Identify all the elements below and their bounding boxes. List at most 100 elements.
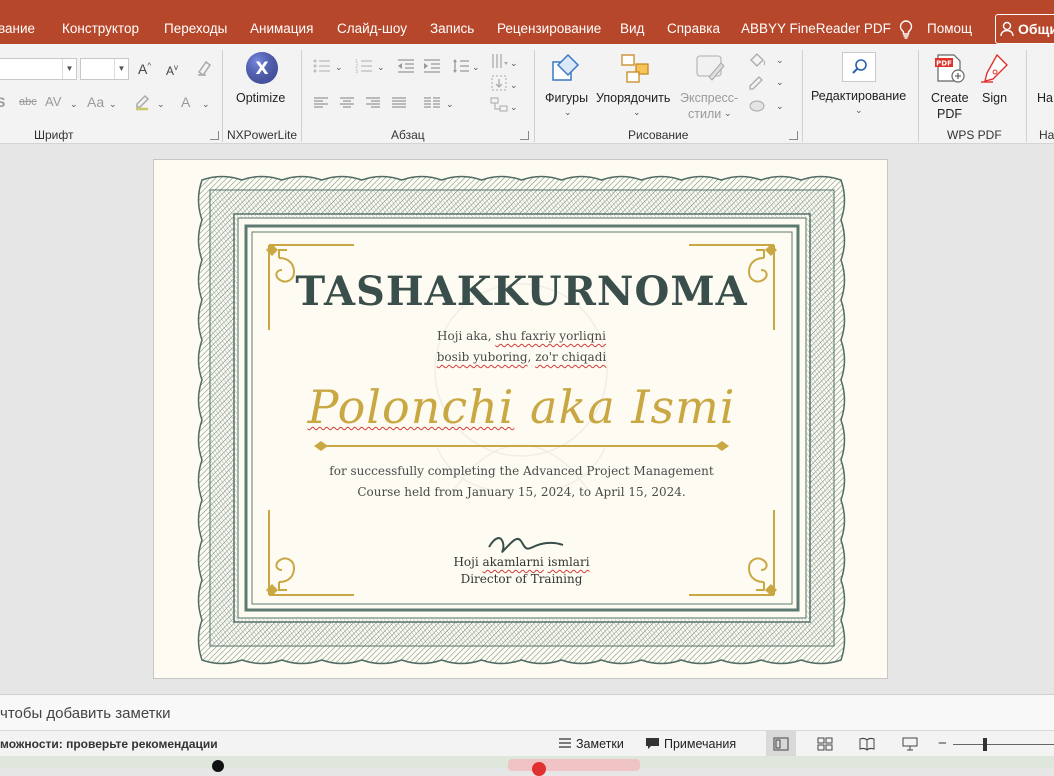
tab-review[interactable]: Рецензирование	[497, 21, 601, 36]
align-left-icon[interactable]	[313, 96, 329, 110]
columns-icon[interactable]	[423, 96, 441, 110]
lightbulb-icon[interactable]	[897, 19, 915, 39]
tab-design[interactable]: Конструктор	[62, 21, 139, 36]
notes-toggle-button[interactable]: Заметки	[558, 731, 628, 757]
chevron-down-icon[interactable]: ▼	[114, 59, 128, 79]
shrink-font-icon[interactable]: Av	[166, 63, 178, 78]
convert-smartart-icon[interactable]	[490, 96, 508, 114]
svg-text:X: X	[255, 59, 268, 79]
shadow-text-icon[interactable]: S	[0, 94, 5, 110]
character-spacing-icon[interactable]: AV	[45, 94, 61, 109]
align-text-icon[interactable]	[490, 74, 508, 92]
chevron-down-icon[interactable]: ⌄	[510, 80, 518, 91]
editing-button[interactable]: Редактирование	[811, 89, 906, 103]
chevron-down-icon[interactable]: ⌄	[776, 55, 784, 66]
slide-editing-area: TASHAKKURNOMA Hoji aka, shu faxriy yorli…	[0, 145, 1054, 694]
tab-view[interactable]: Вид	[620, 21, 644, 36]
tab-record[interactable]: Запись	[430, 21, 474, 36]
line-spacing-icon[interactable]	[452, 58, 470, 74]
quick-styles-label-2[interactable]: стили	[688, 107, 721, 121]
chevron-down-icon[interactable]: ⌄	[472, 62, 480, 73]
sign-button[interactable]: Sign	[982, 91, 1007, 105]
align-right-icon[interactable]	[365, 96, 381, 110]
shapes-button[interactable]: Фигуры	[545, 91, 588, 105]
nxpowerlite-x-icon[interactable]: X	[245, 51, 279, 85]
chevron-down-icon[interactable]: ⌄	[109, 99, 117, 110]
chevron-down-icon[interactable]: ⌄	[70, 99, 78, 110]
slideshow-icon	[902, 737, 918, 751]
shape-fill-icon[interactable]	[747, 52, 767, 68]
shape-effects-icon[interactable]	[747, 98, 767, 114]
optimize-button[interactable]: Optimize	[236, 91, 285, 105]
chevron-down-icon[interactable]: ⌄	[776, 101, 784, 112]
change-case-icon[interactable]: Aa	[87, 94, 104, 110]
font-name-combobox[interactable]: ▼	[0, 58, 77, 80]
chevron-down-icon[interactable]: ▼	[62, 59, 76, 79]
shapes-icon[interactable]	[550, 52, 586, 86]
clear-formatting-icon[interactable]	[195, 58, 213, 78]
decrease-indent-icon[interactable]	[397, 58, 415, 74]
chevron-down-icon[interactable]: ⌄	[510, 58, 518, 69]
taskbar-active-app[interactable]	[508, 759, 640, 776]
font-color-icon[interactable]: A	[181, 94, 190, 110]
chevron-down-icon[interactable]: ⌄	[202, 99, 210, 110]
chevron-down-icon[interactable]: ⌄	[335, 62, 343, 73]
normal-view-button[interactable]	[766, 731, 796, 757]
arrange-button[interactable]: Упорядочить	[596, 91, 670, 105]
paragraph-dialog-launcher[interactable]	[520, 131, 529, 140]
create-pdf-icon[interactable]: PDF	[934, 52, 966, 84]
grow-font-icon[interactable]: A^	[138, 61, 151, 77]
cut-off-group-label: На	[1039, 128, 1054, 142]
chevron-down-icon[interactable]: ⌄	[724, 108, 732, 119]
create-pdf-label-1[interactable]: Create	[931, 91, 969, 105]
taskbar-app-icon[interactable]	[212, 760, 224, 772]
chevron-down-icon[interactable]: ⌄	[633, 107, 641, 118]
tab-insert[interactable]: вание	[0, 21, 35, 36]
sign-pen-icon[interactable]	[979, 52, 1011, 84]
editing-button-frame[interactable]	[842, 52, 876, 82]
accessibility-status[interactable]: можности: проверьте рекомендации	[0, 737, 218, 751]
cut-off-button[interactable]: На	[1037, 91, 1053, 105]
font-dialog-launcher[interactable]	[210, 131, 219, 140]
drawing-dialog-launcher[interactable]	[789, 131, 798, 140]
chevron-down-icon[interactable]: ⌄	[377, 62, 385, 73]
tab-slideshow[interactable]: Слайд-шоу	[337, 21, 407, 36]
zoom-out-button[interactable]: −	[938, 735, 947, 752]
quick-styles-icon[interactable]	[694, 52, 728, 86]
font-size-combobox[interactable]: ▼	[80, 58, 129, 80]
chevron-down-icon[interactable]: ⌄	[776, 77, 784, 88]
highlight-pen-icon[interactable]	[133, 92, 155, 112]
arrange-icon[interactable]	[619, 52, 653, 86]
chevron-down-icon[interactable]: ⌄	[855, 105, 863, 116]
justify-icon[interactable]	[391, 96, 407, 110]
slide-sorter-button[interactable]	[810, 731, 840, 757]
increase-indent-icon[interactable]	[423, 58, 441, 74]
tab-transitions[interactable]: Переходы	[164, 21, 227, 36]
search-icon	[852, 59, 867, 74]
chevron-down-icon[interactable]: ⌄	[157, 99, 165, 110]
slide-canvas[interactable]: TASHAKKURNOMA Hoji aka, shu faxriy yorli…	[153, 159, 888, 679]
numbering-icon[interactable]: 123	[355, 58, 373, 74]
bullets-icon[interactable]	[313, 58, 331, 74]
share-label: Общи	[1018, 21, 1054, 37]
tell-me-search[interactable]: Помощ	[927, 21, 972, 36]
text-direction-icon[interactable]	[490, 52, 508, 70]
notes-pane[interactable]: чтобы добавить заметки	[0, 694, 1054, 730]
comments-toggle-button[interactable]: Примечания	[645, 731, 745, 757]
share-button[interactable]: Общи	[995, 14, 1054, 44]
align-center-icon[interactable]	[339, 96, 355, 110]
chevron-down-icon[interactable]: ⌄	[446, 99, 454, 110]
shape-outline-icon[interactable]	[747, 74, 767, 90]
reading-view-button[interactable]	[852, 731, 882, 757]
chevron-down-icon[interactable]: ⌄	[564, 107, 572, 118]
quick-styles-label-1[interactable]: Экспресс-	[680, 91, 738, 105]
tab-abbyy[interactable]: ABBYY FineReader PDF	[741, 21, 891, 36]
tab-animations[interactable]: Анимация	[250, 21, 313, 36]
zoom-slider-thumb[interactable]	[983, 738, 987, 751]
tab-help[interactable]: Справка	[667, 21, 720, 36]
strikethrough-icon[interactable]: abc	[19, 96, 37, 108]
slideshow-button[interactable]	[895, 731, 925, 757]
create-pdf-label-2[interactable]: PDF	[937, 107, 962, 121]
chevron-down-icon[interactable]: ⌄	[510, 102, 518, 113]
zoom-slider-track[interactable]	[953, 744, 1054, 745]
